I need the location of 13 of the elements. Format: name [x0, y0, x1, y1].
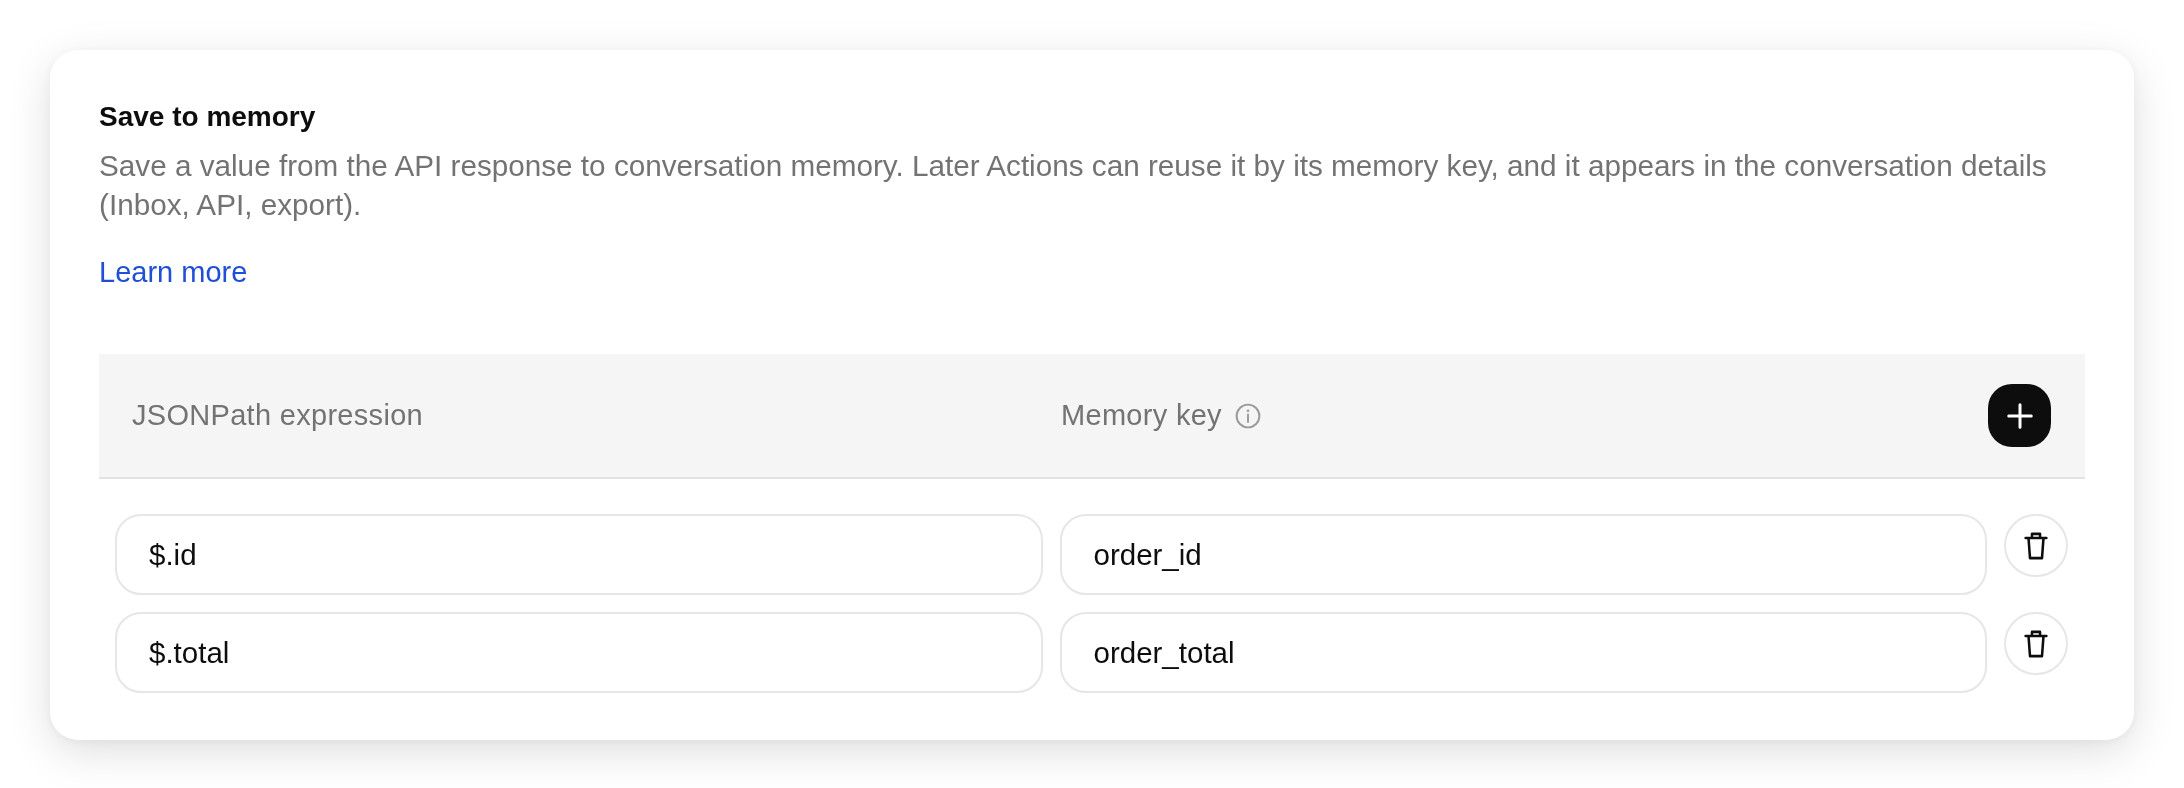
memory-key-input[interactable]: order_total: [1059, 612, 1987, 693]
section-title: Save to memory: [99, 100, 317, 134]
jsonpath-input[interactable]: $.total: [115, 612, 1043, 693]
description-text: Save a value from the API response to conversation memory. Later Actions can reuse it by its memory key, and it appears in the conversation details (Inbox, API, export).: [99, 148, 2048, 223]
memory-key-input[interactable]: order_id: [1059, 514, 1987, 595]
learn-more-link[interactable]: Learn more: [99, 256, 248, 288]
plus-icon: [2004, 400, 2035, 431]
add-button[interactable]: [1988, 384, 2051, 447]
trash-icon: [2023, 530, 2049, 561]
jsonpath-input[interactable]: $.id: [115, 514, 1043, 595]
column-header: Memory key: [1061, 397, 1222, 433]
column-header: JSONPath expression: [132, 397, 423, 433]
trash-icon: [2023, 628, 2049, 659]
